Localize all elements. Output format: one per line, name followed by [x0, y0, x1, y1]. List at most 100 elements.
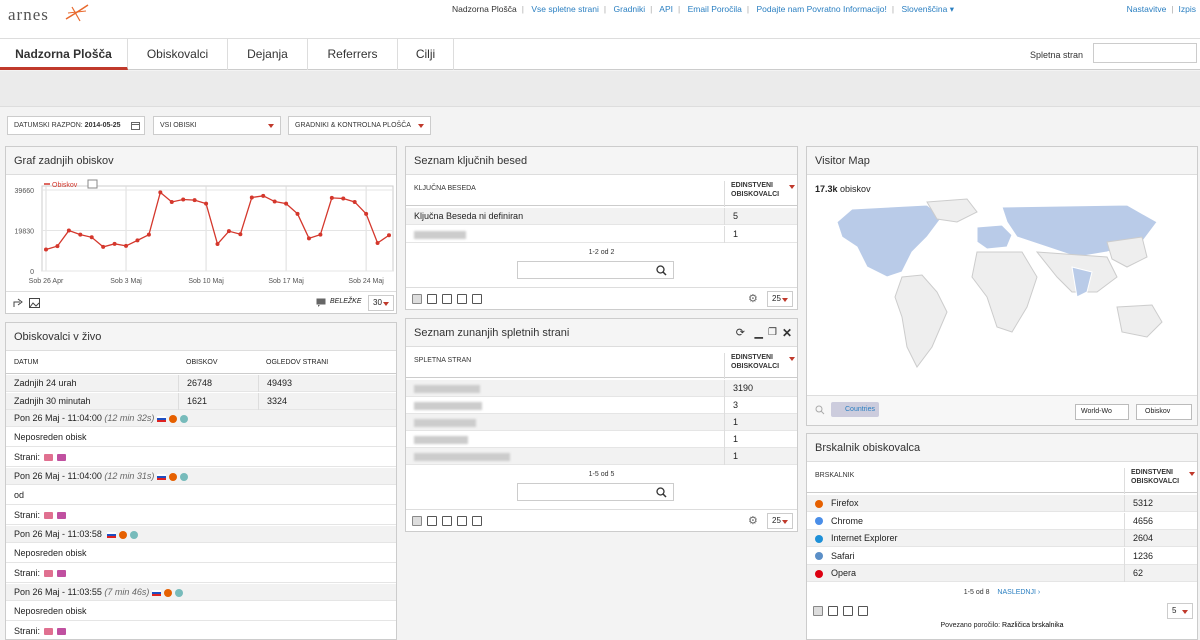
goals-flag-icon[interactable] [442, 294, 452, 304]
data-point[interactable] [329, 195, 334, 200]
widget-title[interactable]: Visitor Map [807, 147, 1197, 175]
widget-title[interactable]: Brskalnik obiskovalca [807, 434, 1197, 462]
table-row[interactable]: 1 [406, 448, 797, 465]
data-point[interactable] [158, 190, 163, 195]
site-selector-input[interactable] [1093, 43, 1197, 63]
data-point[interactable] [89, 235, 94, 240]
search-input[interactable] [517, 483, 674, 501]
bar-chart-icon[interactable] [457, 294, 467, 304]
page-icon[interactable] [57, 570, 67, 578]
refresh-icon[interactable]: ⟳ [736, 319, 745, 347]
table-more-icon[interactable] [427, 294, 437, 304]
tab-dashboard[interactable]: Nadzorna Plošča [0, 39, 128, 70]
data-point[interactable] [55, 244, 60, 249]
row-limit-select[interactable]: 5 [1167, 603, 1193, 619]
topnav-dashboard[interactable]: Nadzorna Plošča [452, 4, 517, 14]
table-more-icon[interactable] [427, 516, 437, 526]
topnav-feedback[interactable]: Podajte nam Povratno Informacijo! [757, 4, 887, 14]
data-point[interactable] [101, 244, 106, 249]
table-row[interactable]: Safari 1236 [807, 547, 1197, 565]
row-limit-select[interactable]: 25 [767, 513, 793, 529]
data-point[interactable] [364, 211, 369, 216]
page-icon[interactable] [44, 628, 54, 636]
date-range-selector[interactable]: Datumski razpon: 2014-05-25 [7, 116, 145, 135]
widget-title[interactable]: Obiskovalci v živo [6, 323, 396, 351]
gear-icon[interactable]: ⚙ [748, 292, 758, 305]
data-point[interactable] [204, 201, 209, 206]
page-icon[interactable] [44, 454, 54, 462]
export-icon[interactable] [472, 516, 482, 526]
arnes-logo[interactable]: arnes [8, 4, 89, 25]
data-point[interactable] [169, 199, 174, 204]
visit-header[interactable]: Pon 26 Maj - 11:04:00 (12 min 32s) [6, 410, 396, 427]
visit-header[interactable]: Pon 26 Maj - 11:03:55 (7 min 46s) [6, 584, 396, 601]
table-more-icon[interactable] [828, 606, 838, 616]
annotation-icon[interactable] [316, 298, 326, 307]
page-icon[interactable] [44, 570, 54, 578]
data-point[interactable] [135, 238, 140, 243]
data-point[interactable] [146, 232, 151, 237]
table-row[interactable]: 3190 [406, 380, 797, 397]
topnav-all-sites[interactable]: Vse spletne strani [531, 4, 599, 14]
zoom-out-icon[interactable] [815, 405, 825, 415]
map-metric-select[interactable]: Obiskov [1136, 404, 1192, 420]
table-row[interactable]: Opera 62 [807, 565, 1197, 582]
col-browser[interactable]: Brskalnik [815, 472, 854, 479]
map-region-select[interactable]: World-Wo [1075, 404, 1129, 420]
chart-options-icon[interactable] [87, 179, 98, 189]
table-row[interactable]: Internet Explorer 2604 [807, 530, 1197, 547]
data-point[interactable] [44, 247, 48, 252]
notes-label[interactable]: BELEŽKE [330, 298, 362, 305]
chevron-down-icon[interactable]: ▾ [947, 4, 954, 14]
countries-button[interactable]: Countries [831, 402, 879, 417]
table-view-icon[interactable] [412, 516, 422, 526]
topnav-widgets[interactable]: Gradniki [614, 4, 646, 14]
data-point[interactable] [66, 228, 71, 233]
export-icon[interactable] [858, 606, 868, 616]
table-view-icon[interactable] [412, 294, 422, 304]
related-report-link[interactable]: Različica brskalnika [1002, 622, 1063, 629]
table-row[interactable]: 3 [406, 397, 797, 414]
topnav-email-reports[interactable]: Email Poročila [688, 4, 742, 14]
world-map[interactable] [807, 197, 1198, 387]
bar-chart-icon[interactable] [457, 516, 467, 526]
widget-title[interactable]: Graf zadnjih obiskov [6, 147, 396, 175]
col-website[interactable]: Spletna stran [414, 357, 471, 364]
legend-label[interactable]: Obiskov [52, 182, 78, 189]
data-point[interactable] [375, 241, 380, 246]
tab-goals[interactable]: Cilji [398, 39, 454, 70]
goals-flag-icon[interactable] [442, 516, 452, 526]
table-row[interactable]: Chrome 4656 [807, 512, 1197, 530]
page-icon[interactable] [57, 628, 67, 636]
data-point[interactable] [352, 199, 357, 204]
data-point[interactable] [181, 197, 186, 202]
gear-icon[interactable]: ⚙ [748, 514, 758, 527]
close-icon[interactable]: ✕ [782, 319, 792, 347]
data-point[interactable] [387, 233, 391, 238]
col-unique-visitors[interactable]: Edinstveni obiskovalci [724, 353, 797, 379]
table-row[interactable]: 1 [406, 414, 797, 431]
settings-link[interactable]: Nastavitve [1127, 4, 1167, 14]
data-point[interactable] [112, 241, 117, 246]
table-row[interactable]: Firefox 5312 [807, 495, 1197, 512]
row-limit-select[interactable]: 25 [767, 291, 793, 307]
tab-referrers[interactable]: Referrers [308, 39, 398, 70]
data-point[interactable] [341, 196, 346, 201]
bar-chart-icon[interactable] [843, 606, 853, 616]
widget-title[interactable]: Seznam ključnih besed [406, 147, 797, 175]
data-point[interactable] [226, 229, 231, 234]
data-point[interactable] [192, 198, 197, 203]
logout-link[interactable]: Izpis [1179, 4, 1196, 14]
table-row[interactable]: 1 [406, 226, 797, 243]
language-select[interactable]: Slovenščina [902, 4, 948, 14]
col-unique-visitors[interactable]: Edinstveni obiskovalci [1124, 468, 1197, 494]
search-input[interactable] [517, 261, 674, 279]
export-icon[interactable] [472, 294, 482, 304]
col-keyword[interactable]: Ključna beseda [414, 185, 476, 192]
col-unique-visitors[interactable]: Edinstveni obiskovalci [724, 181, 797, 207]
data-point[interactable] [238, 232, 243, 237]
data-point[interactable] [318, 232, 323, 237]
segment-selector[interactable]: Vsi obiski [153, 116, 281, 135]
export-icon[interactable] [13, 298, 24, 308]
image-icon[interactable] [29, 298, 40, 308]
